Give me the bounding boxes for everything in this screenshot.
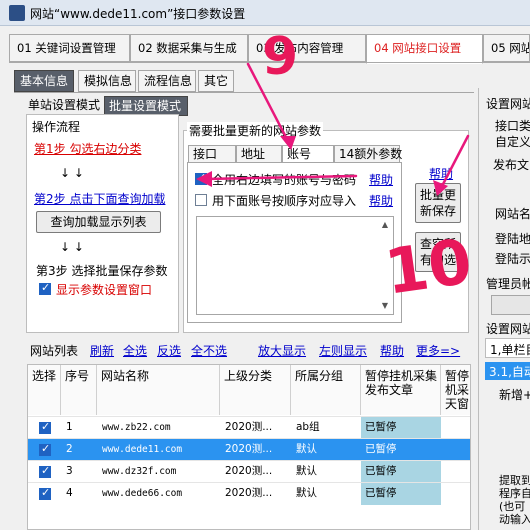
arrowhead-3 bbox=[433, 180, 448, 196]
arrowhead-2 bbox=[196, 171, 212, 187]
annotation-arrow-to-checkbox bbox=[203, 174, 358, 181]
annotation-arrow-to-save bbox=[438, 134, 470, 192]
annotation-mark-10: 10 bbox=[381, 224, 477, 308]
annotation-overlay: 9 10 bbox=[196, 27, 477, 309]
annotation-mark-9: 9 bbox=[262, 27, 298, 87]
arrowhead-1 bbox=[280, 136, 296, 150]
